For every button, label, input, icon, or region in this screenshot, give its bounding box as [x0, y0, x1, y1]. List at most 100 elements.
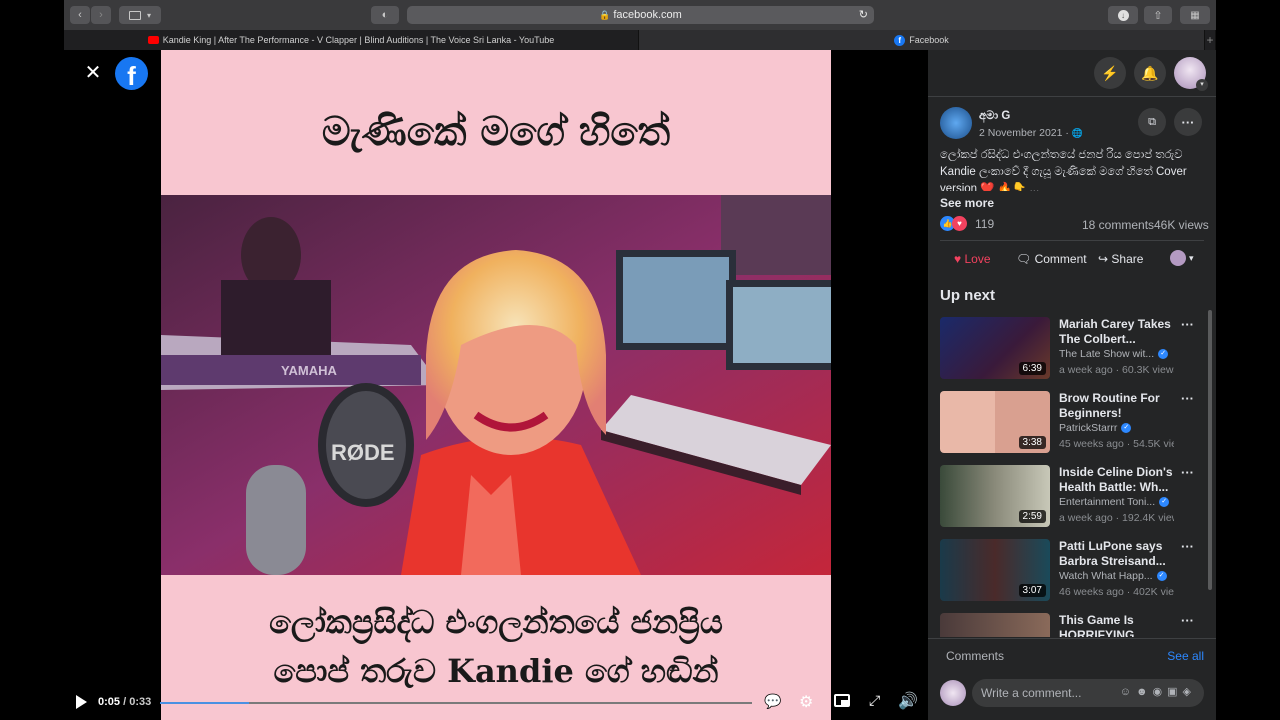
play-button[interactable] — [76, 695, 90, 711]
facebook-logo-button[interactable]: f — [115, 57, 148, 90]
downloads-button[interactable]: ↓ — [1108, 6, 1138, 24]
tab-label: Kandie King | After The Performance - V … — [162, 35, 555, 45]
video-options-button[interactable]: ··· — [1181, 539, 1194, 554]
video-controls: 0:05 / 0:33 💬 ⚙ ⤢ 🔊 — [64, 686, 928, 720]
sidebar-icon — [128, 10, 141, 20]
channel-name: PatrickStarrr — [1059, 422, 1118, 434]
bookmark-icon: ⧉ — [1148, 115, 1156, 128]
video-scene-illustration: YAMAHA RØDE — [161, 195, 831, 575]
see-more-link[interactable]: See more — [940, 196, 994, 210]
keyboard-brand: YAMAHA — [281, 363, 337, 378]
video-title[interactable]: This Game Is HORRIFYING — [1059, 613, 1174, 637]
video-thumbnail[interactable] — [940, 613, 1050, 637]
dur: 3:07 — [1018, 584, 1046, 597]
volume-button[interactable]: 🔊 — [898, 691, 918, 711]
forward-button[interactable]: › — [91, 6, 111, 24]
divider — [928, 96, 1216, 97]
tab-bar: Kandie King | After The Performance - V … — [64, 30, 1216, 50]
post-options-button[interactable]: ··· — [1174, 108, 1202, 136]
video-player[interactable]: මැණිකේ මගේ හිතේ — [161, 50, 831, 720]
reactions[interactable]: 👍 ♥ 119 — [940, 216, 994, 231]
video-title[interactable]: Patti LuPone says Barbra Streisand... — [1059, 539, 1174, 569]
comment-label: Comment — [1034, 252, 1087, 266]
video-thumbnail[interactable]: 3:07 — [940, 539, 1050, 601]
video-channel[interactable]: Watch What Happ... ✓ — [1059, 570, 1174, 582]
love-button[interactable]: ♥ Love — [954, 252, 991, 266]
video-channel[interactable]: PatrickStarrr ✓ — [1059, 422, 1174, 434]
up-next-item[interactable]: 2:59 Inside Celine Dion's Health Battle:… — [940, 465, 1210, 529]
comment-tools: ☺☻◉▣◈ — [1120, 685, 1196, 698]
author-avatar[interactable] — [940, 107, 972, 139]
save-post-button[interactable]: ⧉ — [1138, 108, 1166, 136]
notifications-button[interactable]: 🔔 — [1134, 57, 1166, 89]
video-thumbnail[interactable]: 2:59 — [940, 465, 1050, 527]
emoji-icon[interactable]: ☻ — [1136, 686, 1153, 698]
reload-icon[interactable]: ↻ — [859, 8, 868, 21]
progress-bar[interactable] — [160, 702, 752, 704]
sidebar-toggle-button[interactable]: ▾ — [119, 6, 161, 24]
video-options-button[interactable]: ··· — [1181, 465, 1194, 480]
video-options-button[interactable]: ··· — [1181, 391, 1194, 406]
see-all-comments-link[interactable]: See all — [1167, 649, 1204, 663]
settings-button[interactable]: ⚙ — [799, 692, 813, 712]
video-title[interactable]: Mariah Carey Takes The Colbert... — [1059, 317, 1174, 347]
sticker-icon[interactable]: ◈ — [1183, 686, 1196, 698]
video-options-button[interactable]: ··· — [1181, 317, 1194, 332]
video-thumbnail[interactable]: 3:38 — [940, 391, 1050, 453]
video-channel[interactable]: The Late Show wit... ✓ — [1059, 348, 1174, 360]
video-thumbnail[interactable]: 6:39 — [940, 317, 1050, 379]
play-icon — [76, 695, 87, 709]
channel-name: The Late Show wit... — [1059, 348, 1155, 360]
up-next-item[interactable]: 3:38 Brow Routine For Beginners! ··· Pat… — [940, 391, 1210, 455]
up-next-item[interactable]: 3:07 Patti LuPone says Barbra Streisand.… — [940, 539, 1210, 603]
post-date-row: 2 November 2021 · 🌐 — [979, 127, 1083, 139]
camera-icon[interactable]: ◉ — [1153, 686, 1168, 698]
pip-icon — [841, 700, 848, 705]
avatar-sticker-icon[interactable]: ☺ — [1120, 686, 1136, 698]
share-button[interactable]: ↪ Share — [1098, 252, 1143, 266]
comment-input[interactable]: Write a comment... ☺☻◉▣◈ — [972, 679, 1204, 707]
verified-icon: ✓ — [1158, 349, 1169, 360]
video-options-button[interactable]: ··· — [1181, 613, 1194, 628]
speaker-icon: 🔊 — [898, 693, 918, 710]
video-caption-bottom-line1: ලෝකප්‍රසිද්ධ එංගලන්තයේ ජනප්‍රිය — [269, 603, 723, 641]
comment-button[interactable]: 🗨 Comment — [1016, 252, 1087, 266]
bell-icon: 🔔 — [1141, 64, 1159, 81]
reaction-audience-button[interactable]: ▾ — [1170, 250, 1194, 266]
tab-overview-button[interactable]: ▦ — [1180, 6, 1210, 24]
up-next-scrollbar[interactable] — [1208, 310, 1212, 590]
messenger-button[interactable]: ⚡ — [1094, 57, 1126, 89]
tab-label: Facebook — [909, 35, 949, 45]
tab-facebook[interactable]: f Facebook — [639, 30, 1205, 50]
close-button[interactable]: ✕ — [82, 62, 104, 84]
comments-count[interactable]: 18 comments — [1082, 218, 1154, 232]
tab-youtube[interactable]: Kandie King | After The Performance - V … — [64, 30, 639, 50]
progress-fill — [160, 702, 249, 704]
dur: 3:38 — [1018, 436, 1046, 449]
video-title[interactable]: Inside Celine Dion's Health Battle: Wh..… — [1059, 465, 1174, 495]
chevron-down-icon: ▾ — [1189, 252, 1194, 263]
picture-in-picture-button[interactable] — [834, 694, 850, 707]
captions-button[interactable]: 💬 — [764, 693, 781, 710]
new-tab-button[interactable]: + — [1205, 30, 1216, 50]
back-button[interactable]: ‹ — [70, 6, 90, 24]
url-text: facebook.com — [613, 9, 682, 21]
up-next-item[interactable]: 6:39 Mariah Carey Takes The Colbert... ·… — [940, 317, 1210, 381]
share-page-button[interactable]: ⇧ — [1144, 6, 1172, 24]
video-title[interactable]: Brow Routine For Beginners! — [1059, 391, 1174, 421]
address-bar[interactable]: 🔒 facebook.com ↻ — [407, 6, 874, 24]
lock-icon: 🔒 — [599, 9, 611, 20]
up-next-item[interactable]: This Game Is HORRIFYING ··· — [940, 613, 1210, 637]
messenger-icon: ⚡ — [1101, 64, 1119, 81]
privacy-shield-button[interactable]: ◐ — [371, 6, 399, 24]
post-date[interactable]: 2 November 2021 · — [979, 127, 1069, 139]
author-name[interactable]: අමා G — [979, 110, 1010, 123]
fullscreen-button[interactable]: ⤢ — [869, 692, 880, 709]
gif-icon[interactable]: ▣ — [1167, 686, 1182, 698]
facebook-favicon-icon: f — [894, 34, 906, 46]
grid-icon: ▦ — [1190, 9, 1200, 21]
profile-avatar-button[interactable]: ▾ — [1174, 57, 1208, 91]
video-channel[interactable]: Entertainment Toni... ✓ — [1059, 496, 1174, 508]
up-next-heading: Up next — [940, 287, 996, 304]
post-text: ලෝකප් රසිද්ධ එංගලන්තයේ ජනප් රිය පොප් තරු… — [940, 149, 1187, 191]
